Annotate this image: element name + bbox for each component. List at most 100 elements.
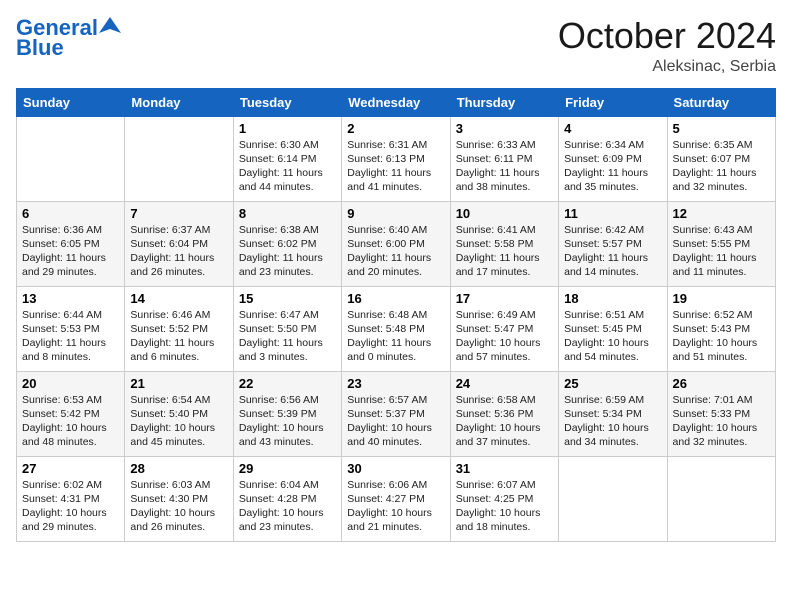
calendar-cell: 22Sunrise: 6:56 AMSunset: 5:39 PMDayligh… (233, 371, 341, 456)
calendar-body: 1 Sunrise: 6:30 AMSunset: 6:14 PMDaylight… (17, 116, 776, 541)
day-info: Sunrise: 6:07 AMSunset: 4:25 PMDaylight:… (456, 478, 553, 535)
day-info: Sunrise: 6:02 AMSunset: 4:31 PMDaylight:… (22, 478, 119, 535)
day-number: 25 (564, 376, 661, 391)
weekday-header-saturday: Saturday (667, 88, 775, 116)
day-info: Sunrise: 6:04 AMSunset: 4:28 PMDaylight:… (239, 478, 336, 535)
day-number: 29 (239, 461, 336, 476)
weekday-header-sunday: Sunday (17, 88, 125, 116)
day-number: 10 (456, 206, 553, 221)
title-block: October 2024 Aleksinac, Serbia (558, 16, 776, 76)
day-info: Sunrise: 6:33 AMSunset: 6:11 PMDaylight:… (456, 138, 553, 195)
day-number: 6 (22, 206, 119, 221)
day-info: Sunrise: 6:35 AMSunset: 6:07 PMDaylight:… (673, 138, 770, 195)
day-info: Sunrise: 6:56 AMSunset: 5:39 PMDaylight:… (239, 393, 336, 450)
calendar-cell: 10 Sunrise: 6:41 AMSunset: 5:58 PMDayligh… (450, 201, 558, 286)
calendar-cell: 8 Sunrise: 6:38 AMSunset: 6:02 PMDaylight… (233, 201, 341, 286)
page-header: General Blue October 2024 Aleksinac, Ser… (16, 16, 776, 76)
calendar-cell: 3 Sunrise: 6:33 AMSunset: 6:11 PMDaylight… (450, 116, 558, 201)
calendar-cell: 1 Sunrise: 6:30 AMSunset: 6:14 PMDaylight… (233, 116, 341, 201)
weekday-header-thursday: Thursday (450, 88, 558, 116)
calendar-cell: 27 Sunrise: 6:02 AMSunset: 4:31 PMDayligh… (17, 456, 125, 541)
calendar-cell: 7 Sunrise: 6:37 AMSunset: 6:04 PMDaylight… (125, 201, 233, 286)
day-number: 24 (456, 376, 553, 391)
day-info: Sunrise: 6:38 AMSunset: 6:02 PMDaylight:… (239, 223, 336, 280)
day-info: Sunrise: 6:48 AMSunset: 5:48 PMDaylight:… (347, 308, 444, 365)
day-number: 28 (130, 461, 227, 476)
calendar-week-1: 1 Sunrise: 6:30 AMSunset: 6:14 PMDaylight… (17, 116, 776, 201)
calendar-cell: 26 Sunrise: 7:01 AMSunset: 5:33 PMDayligh… (667, 371, 775, 456)
calendar-cell: 19 Sunrise: 6:52 AMSunset: 5:43 PMDayligh… (667, 286, 775, 371)
calendar-cell (559, 456, 667, 541)
day-number: 31 (456, 461, 553, 476)
calendar-cell: 9 Sunrise: 6:40 AMSunset: 6:00 PMDaylight… (342, 201, 450, 286)
day-info: Sunrise: 6:30 AMSunset: 6:14 PMDaylight:… (239, 138, 336, 195)
calendar-cell: 18Sunrise: 6:51 AMSunset: 5:45 PMDayligh… (559, 286, 667, 371)
day-info: Sunrise: 7:01 AMSunset: 5:33 PMDaylight:… (673, 393, 770, 450)
calendar-cell: 28 Sunrise: 6:03 AMSunset: 4:30 PMDayligh… (125, 456, 233, 541)
day-info: Sunrise: 6:41 AMSunset: 5:58 PMDaylight:… (456, 223, 553, 280)
calendar-cell (17, 116, 125, 201)
calendar-cell (667, 456, 775, 541)
day-number: 16 (347, 291, 444, 306)
day-number: 26 (673, 376, 770, 391)
day-info: Sunrise: 6:52 AMSunset: 5:43 PMDaylight:… (673, 308, 770, 365)
day-info: Sunrise: 6:46 AMSunset: 5:52 PMDaylight:… (130, 308, 227, 365)
calendar-cell: 30 Sunrise: 6:06 AMSunset: 4:27 PMDayligh… (342, 456, 450, 541)
calendar-cell: 5Sunrise: 6:35 AMSunset: 6:07 PMDaylight… (667, 116, 775, 201)
day-number: 15 (239, 291, 336, 306)
calendar-week-4: 20Sunrise: 6:53 AMSunset: 5:42 PMDayligh… (17, 371, 776, 456)
calendar-cell (125, 116, 233, 201)
day-info: Sunrise: 6:42 AMSunset: 5:57 PMDaylight:… (564, 223, 661, 280)
day-number: 19 (673, 291, 770, 306)
day-info: Sunrise: 6:57 AMSunset: 5:37 PMDaylight:… (347, 393, 444, 450)
calendar-cell: 6 Sunrise: 6:36 AMSunset: 6:05 PMDaylight… (17, 201, 125, 286)
day-info: Sunrise: 6:40 AMSunset: 6:00 PMDaylight:… (347, 223, 444, 280)
day-number: 17 (456, 291, 553, 306)
month-title: October 2024 (558, 16, 776, 56)
calendar-cell: 29 Sunrise: 6:04 AMSunset: 4:28 PMDayligh… (233, 456, 341, 541)
calendar-cell: 2Sunrise: 6:31 AMSunset: 6:13 PMDaylight… (342, 116, 450, 201)
calendar-cell: 21Sunrise: 6:54 AMSunset: 5:40 PMDayligh… (125, 371, 233, 456)
day-number: 12 (673, 206, 770, 221)
day-number: 27 (22, 461, 119, 476)
day-info: Sunrise: 6:44 AMSunset: 5:53 PMDaylight:… (22, 308, 119, 365)
day-number: 11 (564, 206, 661, 221)
calendar-cell: 20Sunrise: 6:53 AMSunset: 5:42 PMDayligh… (17, 371, 125, 456)
weekday-header-friday: Friday (559, 88, 667, 116)
calendar-header-row: SundayMondayTuesdayWednesdayThursdayFrid… (17, 88, 776, 116)
calendar-cell: 24Sunrise: 6:58 AMSunset: 5:36 PMDayligh… (450, 371, 558, 456)
day-number: 7 (130, 206, 227, 221)
day-info: Sunrise: 6:36 AMSunset: 6:05 PMDaylight:… (22, 223, 119, 280)
day-info: Sunrise: 6:37 AMSunset: 6:04 PMDaylight:… (130, 223, 227, 280)
day-number: 8 (239, 206, 336, 221)
calendar-cell: 31 Sunrise: 6:07 AMSunset: 4:25 PMDayligh… (450, 456, 558, 541)
calendar-cell: 17Sunrise: 6:49 AMSunset: 5:47 PMDayligh… (450, 286, 558, 371)
weekday-header-wednesday: Wednesday (342, 88, 450, 116)
day-info: Sunrise: 6:03 AMSunset: 4:30 PMDaylight:… (130, 478, 227, 535)
calendar-week-2: 6 Sunrise: 6:36 AMSunset: 6:05 PMDaylight… (17, 201, 776, 286)
day-number: 3 (456, 121, 553, 136)
calendar-cell: 16 Sunrise: 6:48 AMSunset: 5:48 PMDayligh… (342, 286, 450, 371)
day-info: Sunrise: 6:31 AMSunset: 6:13 PMDaylight:… (347, 138, 444, 195)
calendar-week-5: 27 Sunrise: 6:02 AMSunset: 4:31 PMDayligh… (17, 456, 776, 541)
calendar-cell: 12Sunrise: 6:43 AMSunset: 5:55 PMDayligh… (667, 201, 775, 286)
day-number: 23 (347, 376, 444, 391)
day-info: Sunrise: 6:34 AMSunset: 6:09 PMDaylight:… (564, 138, 661, 195)
calendar-cell: 13Sunrise: 6:44 AMSunset: 5:53 PMDayligh… (17, 286, 125, 371)
day-number: 18 (564, 291, 661, 306)
day-info: Sunrise: 6:06 AMSunset: 4:27 PMDaylight:… (347, 478, 444, 535)
day-number: 9 (347, 206, 444, 221)
logo-text-blue: Blue (16, 36, 64, 60)
calendar-table: SundayMondayTuesdayWednesdayThursdayFrid… (16, 88, 776, 542)
day-number: 14 (130, 291, 227, 306)
calendar-cell: 11 Sunrise: 6:42 AMSunset: 5:57 PMDayligh… (559, 201, 667, 286)
logo: General Blue (16, 16, 121, 60)
calendar-cell: 25Sunrise: 6:59 AMSunset: 5:34 PMDayligh… (559, 371, 667, 456)
logo-icon (99, 15, 121, 37)
day-number: 30 (347, 461, 444, 476)
day-number: 1 (239, 121, 336, 136)
calendar-cell: 14 Sunrise: 6:46 AMSunset: 5:52 PMDayligh… (125, 286, 233, 371)
day-info: Sunrise: 6:53 AMSunset: 5:42 PMDaylight:… (22, 393, 119, 450)
day-info: Sunrise: 6:47 AMSunset: 5:50 PMDaylight:… (239, 308, 336, 365)
calendar-cell: 23 Sunrise: 6:57 AMSunset: 5:37 PMDayligh… (342, 371, 450, 456)
